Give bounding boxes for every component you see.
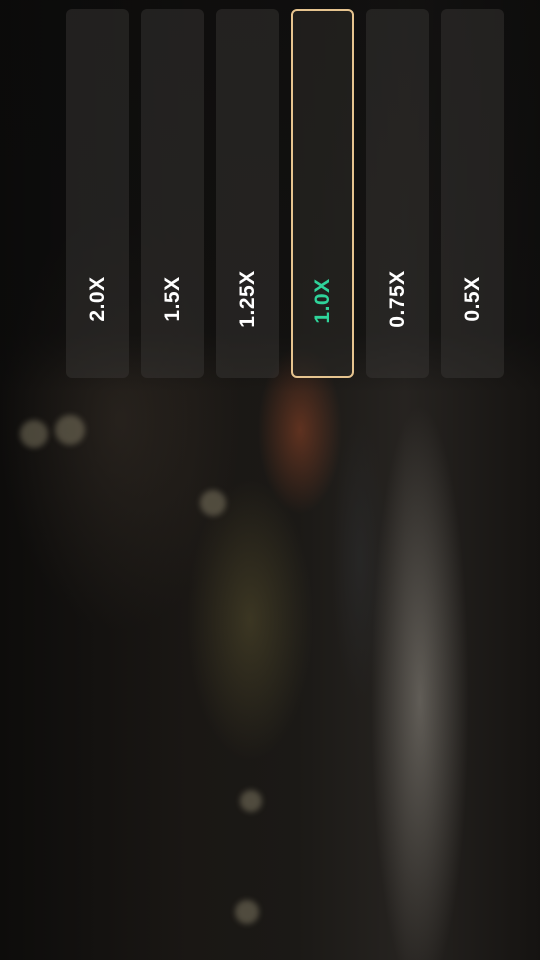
- speed-option-label: 0.75X: [385, 270, 409, 328]
- speed-option-1x-selected[interactable]: 1.0X: [291, 9, 354, 378]
- speed-option-2x[interactable]: 2.0X: [66, 9, 129, 378]
- playback-speed-menu: 2.0X 1.5X 1.25X 1.0X 0.75X 0.5X: [66, 9, 504, 378]
- speed-option-label: 1.5X: [160, 276, 184, 322]
- speed-option-label: 2.0X: [85, 276, 109, 322]
- background-bokeh: [240, 790, 262, 812]
- background-bokeh: [235, 900, 259, 924]
- speed-option-label: 0.5X: [460, 276, 484, 322]
- speed-option-0-5x[interactable]: 0.5X: [441, 9, 504, 378]
- speed-option-label: 1.25X: [235, 270, 259, 328]
- video-player: 2.0X 1.5X 1.25X 1.0X 0.75X 0.5X: [0, 0, 540, 960]
- speed-option-1-5x[interactable]: 1.5X: [141, 9, 204, 378]
- speed-option-0-75x[interactable]: 0.75X: [366, 9, 429, 378]
- background-video-frame: [55, 415, 85, 445]
- background-bokeh: [200, 490, 226, 516]
- speed-option-1-25x[interactable]: 1.25X: [216, 9, 279, 378]
- speed-option-label: 1.0X: [310, 278, 334, 324]
- background-bokeh: [20, 420, 48, 448]
